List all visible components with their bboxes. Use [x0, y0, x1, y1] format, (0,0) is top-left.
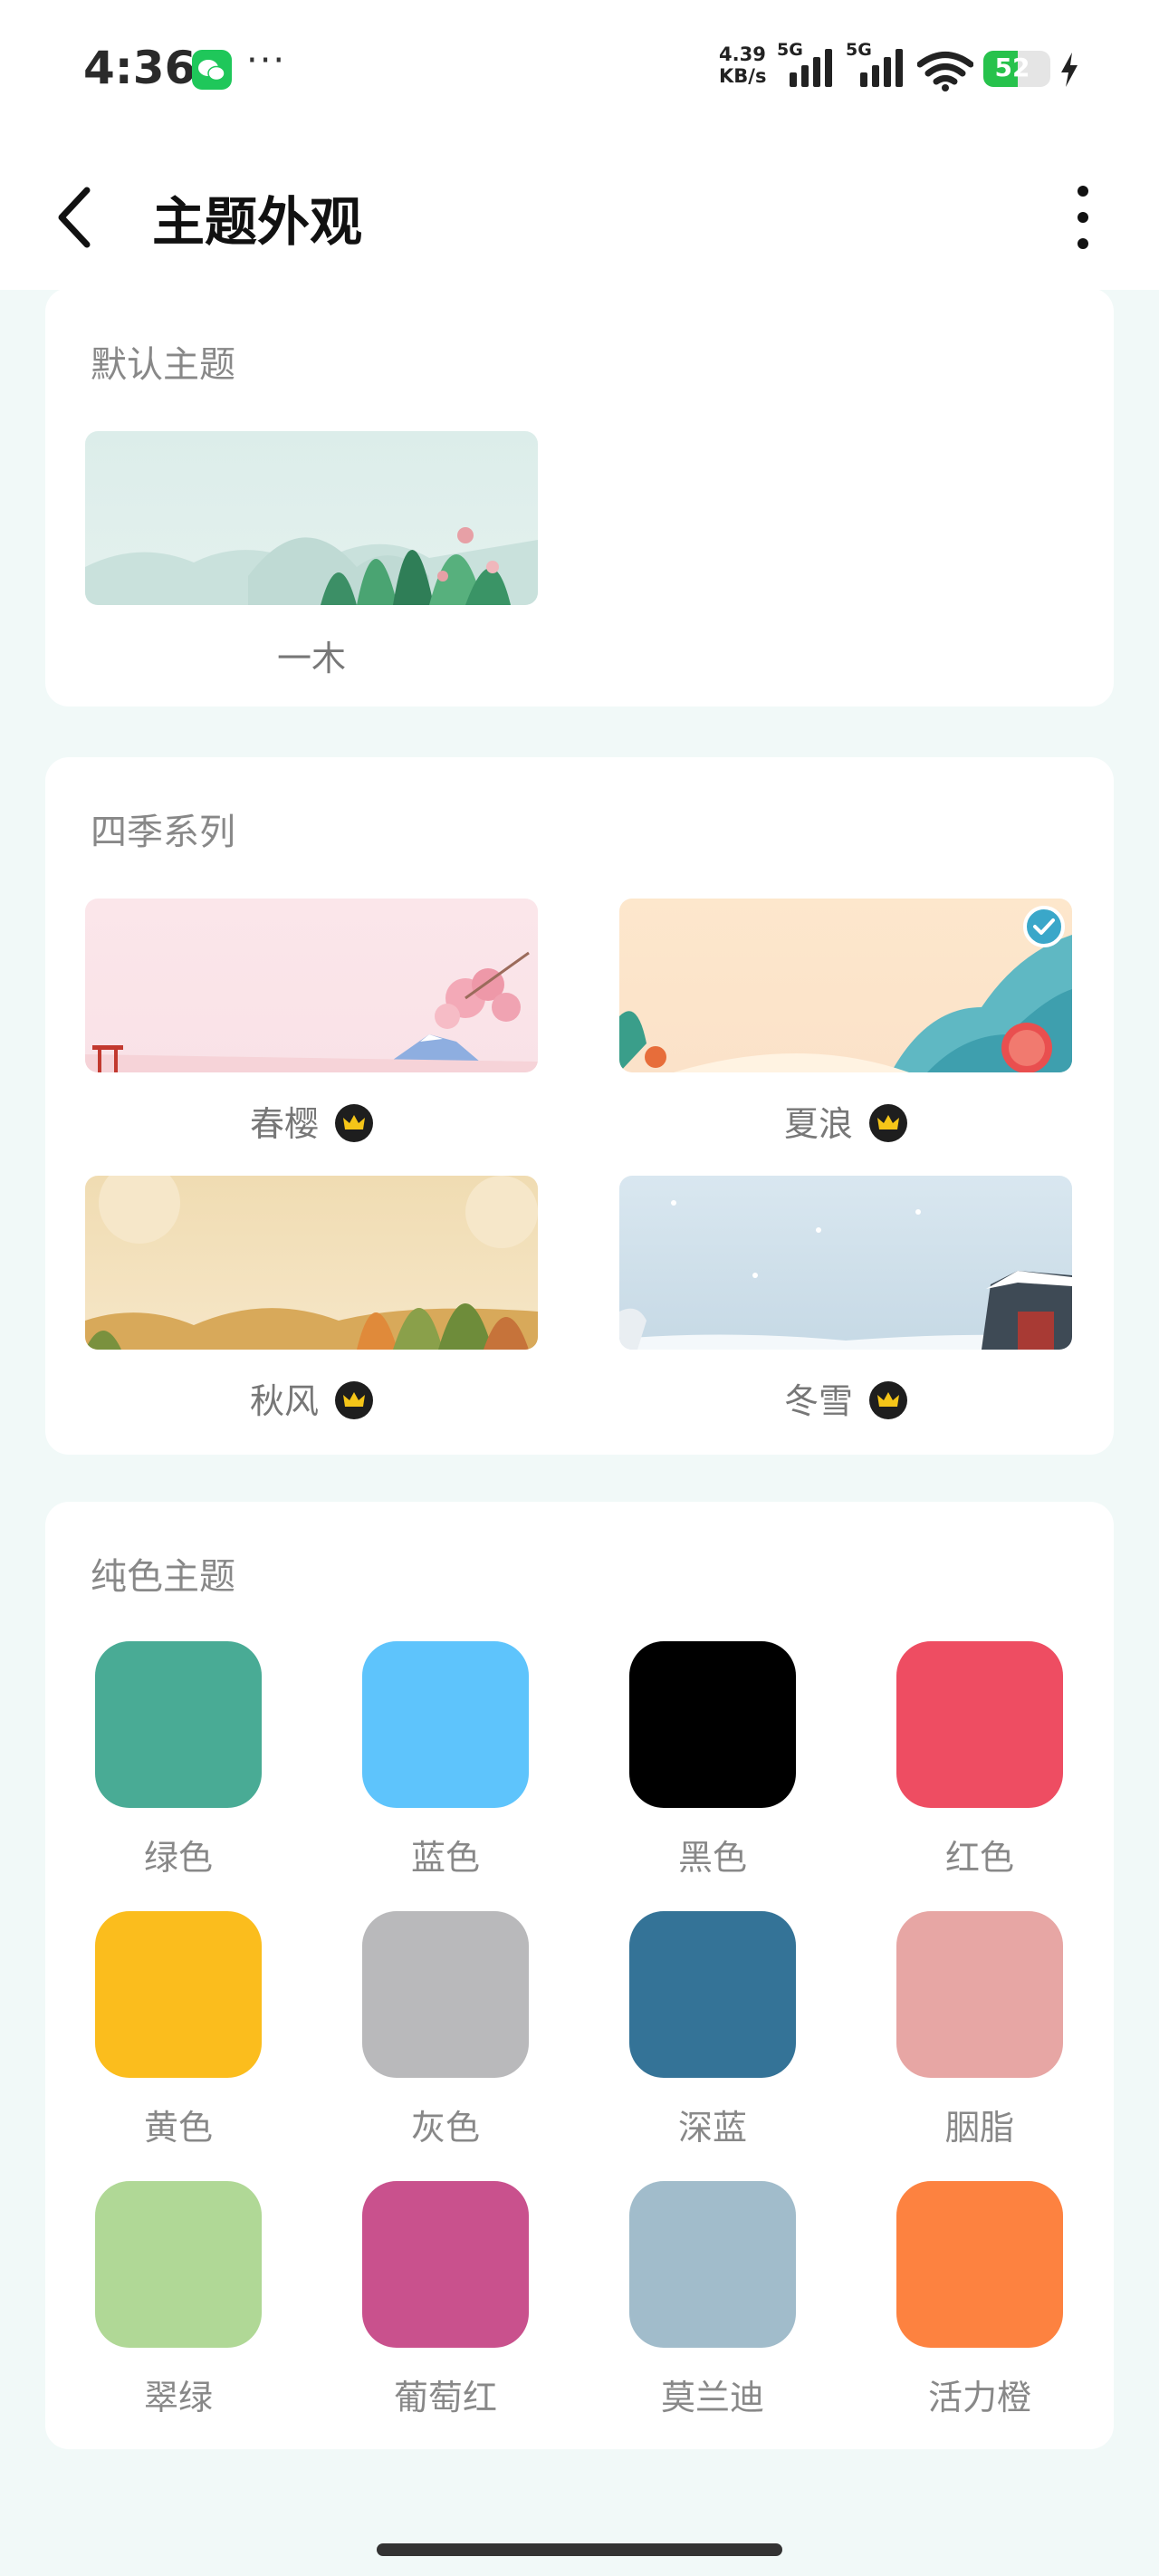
theme-label-spring-text: 春樱 — [249, 1104, 319, 1144]
signal1-icon — [790, 49, 832, 87]
color-swatch-label: 蓝色 — [410, 1838, 480, 1878]
color-swatch[interactable] — [95, 1911, 262, 2078]
more-options-button[interactable] — [1068, 181, 1097, 254]
theme-label-summer-text: 夏浪 — [783, 1104, 853, 1144]
crown-icon — [335, 1380, 373, 1419]
battery-indicator: 52 — [983, 51, 1050, 87]
crown-icon — [335, 1103, 373, 1142]
color-swatch[interactable] — [896, 2181, 1063, 2348]
color-swatch-label: 活力橙 — [927, 2378, 1031, 2417]
crown-icon — [869, 1103, 907, 1142]
color-swatch-label: 灰色 — [410, 2108, 480, 2148]
charging-bolt-icon — [1061, 53, 1078, 87]
theme-card-yimu[interactable] — [85, 431, 538, 605]
color-swatch-label: 深蓝 — [677, 2108, 747, 2148]
network-speed-value: 4.39 — [719, 43, 766, 65]
color-swatch[interactable] — [95, 1641, 262, 1808]
page-title: 主题外观 — [152, 191, 363, 253]
theme-thumbnail-image — [85, 527, 538, 605]
theme-card-winter[interactable] — [619, 1176, 1072, 1350]
signal2-icon — [860, 49, 903, 87]
color-swatch[interactable] — [629, 1641, 796, 1808]
color-swatch-label: 黄色 — [143, 2108, 213, 2148]
theme-label-winter: 冬雪 — [619, 1373, 1072, 1423]
default-theme-section: 默认主题 一木 — [45, 288, 1114, 706]
theme-thumbnail-image — [619, 935, 1072, 1072]
network-speed-unit: KB/s — [719, 65, 767, 87]
section-title-default: 默认主题 — [91, 344, 235, 386]
color-swatch[interactable] — [629, 1911, 796, 2078]
color-swatch-label: 黑色 — [677, 1838, 747, 1878]
crown-icon — [869, 1380, 907, 1419]
seasons-theme-section: 四季系列 春樱 夏浪 秋风 冬雪 — [45, 757, 1114, 1455]
theme-label-winter-text: 冬雪 — [783, 1381, 853, 1421]
wechat-notification-icon — [192, 50, 232, 90]
status-time: 4:36 — [83, 42, 196, 94]
theme-card-summer[interactable] — [619, 899, 1072, 1072]
color-swatch[interactable] — [896, 1641, 1063, 1808]
color-swatch[interactable] — [95, 2181, 262, 2348]
color-swatch-label: 翠绿 — [143, 2378, 213, 2417]
app-header: 主题外观 — [0, 145, 1159, 290]
back-button[interactable] — [53, 185, 96, 250]
theme-label-yimu: 一木 — [276, 639, 346, 678]
color-swatch[interactable] — [362, 1911, 529, 2078]
theme-thumbnail-image — [85, 1176, 538, 1350]
color-swatch-label: 红色 — [944, 1838, 1014, 1878]
more-notifications-icon: ··· — [246, 40, 287, 82]
color-swatch[interactable] — [896, 1911, 1063, 2078]
color-swatch-label: 绿色 — [143, 1838, 213, 1878]
color-swatch[interactable] — [629, 2181, 796, 2348]
theme-thumbnail-image — [85, 951, 538, 1072]
wifi-icon — [917, 52, 973, 91]
section-title-solid: 纯色主题 — [91, 1556, 235, 1598]
status-bar: 4:36 ··· 4.39 KB/s 5G 5G 52 — [0, 0, 1159, 145]
solid-color-section: 纯色主题 绿色 蓝色 黑色 红色黄色 灰色 深蓝 胭脂翠绿 葡萄红 莫兰迪 活力橙 — [45, 1502, 1114, 2449]
section-title-seasons: 四季系列 — [91, 812, 235, 853]
battery-level: 52 — [994, 53, 1030, 82]
theme-label-summer: 夏浪 — [619, 1096, 1072, 1146]
theme-label-autumn-text: 秋风 — [249, 1381, 319, 1421]
theme-card-autumn[interactable] — [85, 1176, 538, 1350]
theme-thumbnail-image — [619, 1200, 1072, 1350]
color-swatch[interactable] — [362, 2181, 529, 2348]
color-swatch-label: 葡萄红 — [393, 2378, 497, 2417]
home-indicator[interactable] — [377, 2543, 782, 2556]
color-swatch-label: 莫兰迪 — [660, 2378, 764, 2417]
network-speed: 4.39 KB/s — [719, 43, 766, 87]
color-swatch[interactable] — [362, 1641, 529, 1808]
theme-label-spring: 春樱 — [85, 1096, 538, 1146]
theme-card-spring[interactable] — [85, 899, 538, 1072]
color-swatch-label: 胭脂 — [944, 2108, 1014, 2148]
selected-check-icon — [1023, 906, 1065, 947]
theme-label-autumn: 秋风 — [85, 1373, 538, 1423]
